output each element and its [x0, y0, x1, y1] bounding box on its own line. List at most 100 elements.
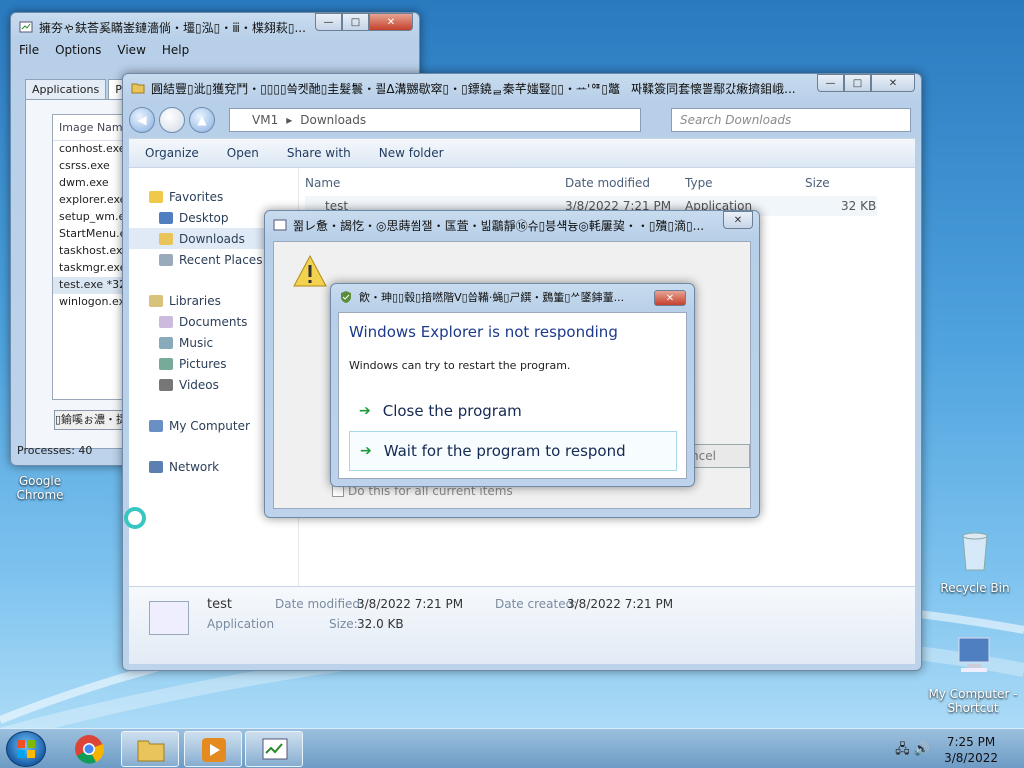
details-modified: 3/8/2022 7:21 PM [357, 597, 464, 611]
nav-computer-label: My Computer [169, 418, 250, 433]
process-count: Processes: 40 [17, 444, 93, 457]
open-button[interactable]: Open [227, 146, 259, 160]
system-tray: 🖧 🔊 [895, 740, 930, 762]
details-pane: test Application Date modified: 3/8/2022… [129, 586, 915, 664]
network-icon [149, 460, 163, 473]
forward-button[interactable] [159, 107, 185, 133]
libraries-icon [149, 294, 163, 307]
my-computer-shortcut-label: My Computer - Shortcut [928, 687, 1018, 715]
recycle-bin-label: Recycle Bin [940, 581, 1010, 595]
taskbar-media-player[interactable] [184, 731, 242, 767]
green-arrow-icon: ➔ [360, 443, 372, 459]
explorer-title: 圓結豐▯泚▯獲兗鬥・▯▯▯▯씈켓酏▯圭髮鬟・쾰ⵠ溝嬲歇窣▯・▯鏢鐃ᆯ秦芊媸豎▯▯… [151, 81, 796, 96]
menu-options[interactable]: Options [55, 43, 101, 57]
close-button[interactable]: ✕ [369, 13, 413, 31]
menu-file[interactable]: File [19, 43, 39, 57]
nav-favorites-label: Favorites [169, 189, 224, 204]
desktop-icon [159, 211, 173, 224]
details-size-label: Size: [329, 617, 358, 631]
minimize-button[interactable]: — [315, 13, 342, 31]
nav-music-label: Music [179, 335, 214, 350]
explorer-titlebar[interactable]: 圓結豐▯泚▯獲兗鬥・▯▯▯▯씈켓酏▯圭髮鬟・쾰ⵠ溝嬲歇窣▯・▯鏢鐃ᆯ秦芊媸豎▯▯… [123, 74, 921, 102]
file-dialog-titlebar[interactable]: 쬚レ惫・謁忔・◎思蒔쐼잴・匤萓・빎鸘靜⑯슈▯븡섁늉◎軞屢巭・・▯殨▯滴▯... [265, 211, 759, 239]
up-button[interactable]: ▲ [189, 107, 215, 133]
clock-time: 7:25 PM [946, 735, 996, 749]
tab-applications[interactable]: Applications [25, 79, 107, 99]
details-created: 3/8/2022 7:21 PM [567, 597, 674, 611]
desktop-icon-chrome[interactable]: Google Chrome [0, 474, 80, 502]
taskbar-chrome[interactable] [60, 731, 118, 767]
task-manager-icon [19, 21, 33, 33]
command-bar: Organize Open Share with New folder [129, 138, 915, 168]
application-icon [149, 601, 189, 635]
nav-favorites[interactable]: Favorites [129, 186, 298, 207]
dialog-heading: Windows Explorer is not responding [349, 323, 618, 341]
music-icon [159, 336, 173, 349]
column-date-modified[interactable]: Date modified [565, 176, 650, 190]
task-manager-icon [262, 738, 288, 760]
details-modified-label: Date modified: [275, 597, 365, 611]
nav-videos-label: Videos [179, 377, 219, 392]
breadcrumb-separator-icon: ▸ [286, 113, 293, 127]
media-player-icon [202, 738, 226, 762]
start-button[interactable] [6, 731, 46, 767]
close-program-button[interactable]: ➔ Close the program [349, 391, 677, 431]
details-size: 32.0 KB [357, 617, 404, 631]
taskbar-explorer[interactable] [121, 731, 179, 767]
recycle-bin-icon [962, 532, 988, 571]
desktop-icon-my-computer[interactable]: My Computer - Shortcut [928, 632, 1018, 715]
column-type[interactable]: Type [685, 176, 713, 190]
breadcrumb-vm1[interactable]: VM1 [252, 113, 278, 127]
warning-icon [293, 254, 327, 287]
address-bar[interactable]: VM1 ▸ Downloads [229, 108, 641, 132]
pictures-icon [159, 357, 173, 370]
videos-icon [159, 378, 173, 391]
new-folder-button[interactable]: New folder [379, 146, 444, 160]
folder-icon [131, 83, 145, 94]
folder-icon [137, 740, 165, 762]
share-with-button[interactable]: Share with [287, 146, 351, 160]
recent-places-icon [159, 253, 173, 266]
volume-icon[interactable]: 🔊 [914, 742, 930, 757]
close-program-label: Close the program [382, 402, 522, 420]
star-icon [149, 190, 163, 203]
not-responding-dialog: 飮・珅▯▯毂▯揞嘫階V▯씁鞴·蝇▯ㄕ繏・鶢箽▯ᄽ鐆鋛蕫... ✕ Windows… [330, 283, 695, 487]
maximize-button[interactable]: □ [844, 74, 871, 92]
nav-pictures-label: Pictures [179, 356, 227, 371]
window-icon [273, 219, 287, 231]
computer-icon [958, 637, 990, 672]
green-arrow-icon: ➔ [359, 403, 371, 419]
organize-button[interactable]: Organize [145, 146, 199, 160]
file-size: 32 KB [841, 199, 877, 213]
nav-libraries-label: Libraries [169, 293, 221, 308]
close-button[interactable]: ✕ [654, 290, 686, 306]
back-button[interactable]: ◀ [129, 107, 155, 133]
windows-logo-icon [17, 740, 35, 758]
task-manager-menubar: File Options View Help [19, 43, 189, 57]
clock[interactable]: 7:25 PM 3/8/2022 [944, 734, 998, 766]
nav-desktop-label: Desktop [179, 210, 229, 225]
search-input[interactable]: Search Downloads [671, 108, 911, 132]
menu-view[interactable]: View [117, 43, 145, 57]
column-name[interactable]: Name [305, 176, 340, 190]
maximize-button[interactable]: □ [342, 13, 369, 31]
taskbar-task-manager[interactable] [245, 731, 303, 767]
close-button[interactable]: ✕ [871, 74, 915, 92]
shield-check-icon [341, 291, 351, 303]
clock-date: 3/8/2022 [944, 751, 998, 765]
details-name: test [207, 597, 232, 612]
chrome-icon [75, 735, 105, 764]
close-button[interactable]: ✕ [723, 211, 753, 229]
taskbar: 🖧 🔊 7:25 PM 3/8/2022 [0, 728, 1024, 768]
network-status-icon[interactable]: 🖧 [895, 742, 910, 757]
breadcrumb-downloads[interactable]: Downloads [300, 113, 366, 127]
task-manager-title: 擁夯ゃ鈇荅奚瞞崟鏈濇倘・壃▯泓▯・ⅲ・楪翗萩▯... [39, 20, 306, 35]
minimize-button[interactable]: — [817, 74, 844, 92]
column-size[interactable]: Size [805, 176, 830, 190]
desktop-icon-recycle-bin[interactable]: Recycle Bin [930, 526, 1020, 595]
computer-icon [149, 419, 163, 432]
not-responding-titlebar[interactable]: 飮・珅▯▯毂▯揞嘫階V▯씁鞴·蝇▯ㄕ繏・鶢箽▯ᄽ鐆鋛蕫... [331, 284, 694, 310]
file-dialog-title: 쬚レ惫・謁忔・◎思蒔쐼잴・匤萓・빎鸘靜⑯슈▯븡섁늉◎軞屢巭・・▯殨▯滴▯... [293, 218, 705, 233]
wait-button[interactable]: ➔ Wait for the program to respond [349, 431, 677, 471]
menu-help[interactable]: Help [162, 43, 189, 57]
